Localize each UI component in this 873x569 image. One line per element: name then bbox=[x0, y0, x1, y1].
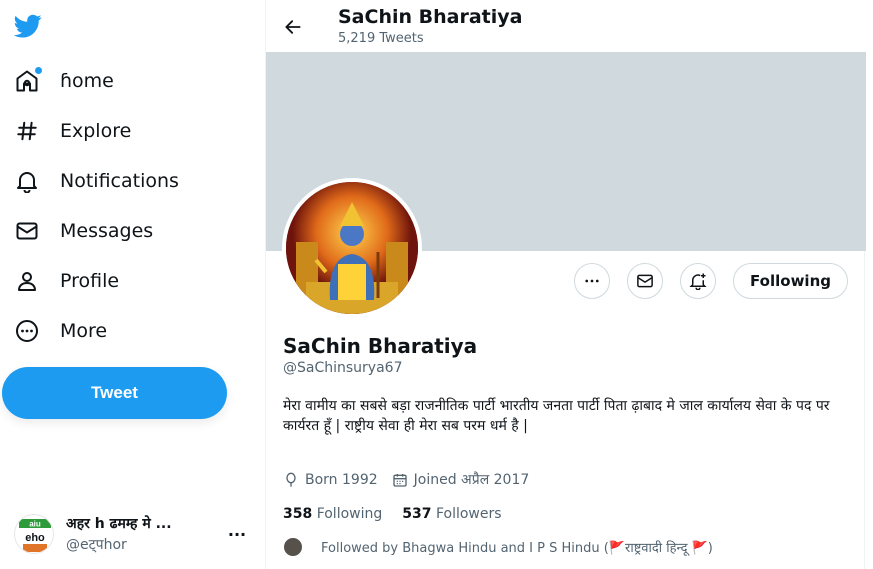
profile-handle: @SaChinsurya67 bbox=[283, 360, 403, 376]
following-count: 358 bbox=[283, 506, 313, 522]
following-label: Following bbox=[316, 506, 383, 522]
bell-icon bbox=[14, 168, 40, 194]
balloon-icon bbox=[286, 472, 296, 487]
joined-date: Joined अप्रैल 2017 bbox=[413, 472, 530, 488]
sidebar-item-home[interactable]: ɦome bbox=[14, 63, 114, 99]
avatar-text-top: aiu bbox=[29, 520, 41, 529]
tweet-button[interactable]: Tweet bbox=[2, 367, 227, 419]
followed-by-text: Followed by Bhagwa Hindu and I P S Hindu… bbox=[321, 541, 713, 556]
profile-actions: Following bbox=[557, 263, 848, 299]
born-date: Born 1992 bbox=[305, 471, 378, 488]
hashtag-icon bbox=[14, 118, 40, 144]
profile-avatar[interactable] bbox=[282, 178, 422, 318]
account-switcher[interactable]: aiu eho अहर h ढमम्ह मे ... @eट्पhor ··· bbox=[14, 510, 249, 558]
account-more-icon[interactable]: ··· bbox=[225, 525, 249, 544]
header-title: SaChin Bharatiya bbox=[338, 6, 523, 28]
person-icon bbox=[14, 268, 40, 294]
followed-by[interactable]: Followed by Bhagwa Hindu and I P S Hindu… bbox=[283, 537, 713, 557]
sidebar-item-label: Profile bbox=[60, 270, 120, 292]
profile-header: SaChin Bharatiya 5,219 Tweets bbox=[266, 0, 866, 52]
sidebar-item-label: ɦome bbox=[60, 70, 114, 92]
sidebar-item-label: Notifications bbox=[60, 170, 179, 192]
avatar-artwork bbox=[286, 182, 418, 314]
account-avatar: aiu eho bbox=[14, 514, 54, 554]
avatar-text-mid: eho bbox=[25, 532, 45, 544]
twitter-logo-icon[interactable] bbox=[12, 12, 44, 40]
followers-count: 537 bbox=[402, 506, 432, 522]
calendar-icon bbox=[392, 473, 407, 487]
profile-column: SaChin Bharatiya 5,219 Tweets Following … bbox=[265, 0, 866, 569]
sidebar: ɦome Explore Notifications Messages Prof bbox=[0, 0, 265, 569]
sidebar-item-profile[interactable]: Profile bbox=[14, 263, 119, 299]
profile-bio: मेरा वामीय का सबसे बड़ा राजनीतिक पार्टी … bbox=[283, 398, 830, 434]
following-button[interactable]: Following bbox=[733, 263, 848, 299]
profile-name: SaChin Bharatiya bbox=[283, 334, 478, 358]
notify-button[interactable] bbox=[680, 263, 717, 299]
sidebar-item-label: Messages bbox=[60, 220, 154, 242]
sidebar-item-explore[interactable]: Explore bbox=[14, 113, 131, 149]
account-names: अहर h ढमम्ह मे ... @eट्पhor bbox=[66, 514, 225, 554]
tweet-count: 5,219 Tweets bbox=[338, 31, 424, 46]
more-options-button[interactable] bbox=[574, 263, 611, 299]
following-link[interactable]: 358 Following bbox=[283, 506, 382, 522]
follower-avatar bbox=[283, 537, 303, 557]
followers-label: Followers bbox=[435, 506, 502, 522]
bell-plus-icon bbox=[689, 273, 707, 290]
home-icon bbox=[14, 67, 42, 94]
sidebar-item-messages[interactable]: Messages bbox=[14, 213, 153, 249]
back-arrow-icon[interactable] bbox=[280, 14, 306, 40]
account-name: अहर h ढमम्ह मे ... bbox=[66, 516, 172, 532]
account-handle: @eट्पhor bbox=[66, 537, 127, 553]
sidebar-item-notifications[interactable]: Notifications bbox=[14, 163, 179, 199]
profile-meta: Born 1992 Joined अप्रैल 2017 bbox=[283, 470, 543, 489]
message-button[interactable] bbox=[627, 263, 664, 299]
sidebar-item-label: Explore bbox=[60, 120, 132, 142]
more-circle-icon bbox=[14, 318, 40, 344]
notification-dot bbox=[35, 67, 42, 74]
followers-link[interactable]: 537 Followers bbox=[402, 506, 501, 522]
joined-item: Joined अप्रैल 2017 bbox=[392, 470, 530, 489]
more-horizontal-icon bbox=[585, 279, 599, 283]
follow-stats: 358 Following 537 Followers bbox=[283, 506, 522, 522]
mail-icon bbox=[14, 218, 40, 244]
mail-icon bbox=[637, 274, 653, 288]
born-item: Born 1992 bbox=[283, 472, 378, 488]
sidebar-item-label: More bbox=[60, 320, 108, 342]
app-root: ɦome Explore Notifications Messages Prof bbox=[0, 0, 873, 569]
sidebar-item-more[interactable]: More bbox=[14, 313, 107, 349]
